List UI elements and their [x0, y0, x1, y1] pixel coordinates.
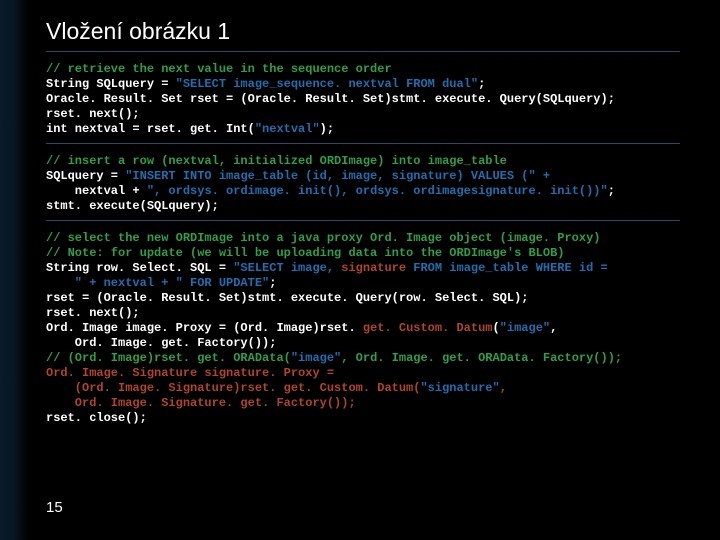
- code-line: String SQLquery = "SELECT image_sequence…: [46, 77, 485, 91]
- code-line: rset. next();: [46, 306, 140, 320]
- code-line: rset = (Oracle. Result. Set)stmt. execut…: [46, 291, 528, 305]
- code-block-3: // select the new ORDImage into a java p…: [46, 231, 680, 426]
- code-line: Oracle. Result. Set rset = (Oracle. Resu…: [46, 92, 615, 106]
- separator: [46, 220, 680, 221]
- code-line: SQLquery = "INSERT INTO image_table (id,…: [46, 169, 550, 183]
- code-line: Ord. Image. Signature signature. Proxy =: [46, 366, 334, 380]
- comment: // insert a row (nextval, initialized OR…: [46, 154, 507, 168]
- code-line: stmt. execute(SQLquery);: [46, 199, 219, 213]
- code-line: Ord. Image. Signature. get. Factory());: [46, 396, 356, 410]
- slide: Vložení obrázku 1 // retrieve the next v…: [0, 0, 720, 540]
- page-number: 15: [46, 499, 63, 516]
- comment: // Note: for update (we will be uploadin…: [46, 246, 564, 260]
- code-block-1: // retrieve the next value in the sequen…: [46, 62, 680, 137]
- code-line: rset. close();: [46, 411, 147, 425]
- code-line: (Ord. Image. Signature)rset. get. Custom…: [46, 381, 507, 395]
- comment: // select the new ORDImage into a java p…: [46, 231, 601, 245]
- code-line: Ord. Image image. Proxy = (Ord. Image)rs…: [46, 321, 557, 335]
- code-line: " + nextval + " FOR UPDATE";: [46, 276, 276, 290]
- code-line: nextval + ", ordsys. ordimage. init(), o…: [46, 184, 615, 198]
- code-line: // (Ord. Image)rset. get. ORAData("image…: [46, 351, 622, 365]
- left-accent: [0, 0, 28, 540]
- code-line: rset. next();: [46, 107, 140, 121]
- comment: // retrieve the next value in the sequen…: [46, 62, 392, 76]
- code-line: Ord. Image. get. Factory());: [46, 336, 276, 350]
- separator: [46, 143, 680, 144]
- slide-title: Vložení obrázku 1: [46, 18, 680, 52]
- code-block-2: // insert a row (nextval, initialized OR…: [46, 154, 680, 214]
- code-line: String row. Select. SQL = "SELECT image,…: [46, 261, 608, 275]
- code-line: int nextval = rset. get. Int("nextval");: [46, 122, 334, 136]
